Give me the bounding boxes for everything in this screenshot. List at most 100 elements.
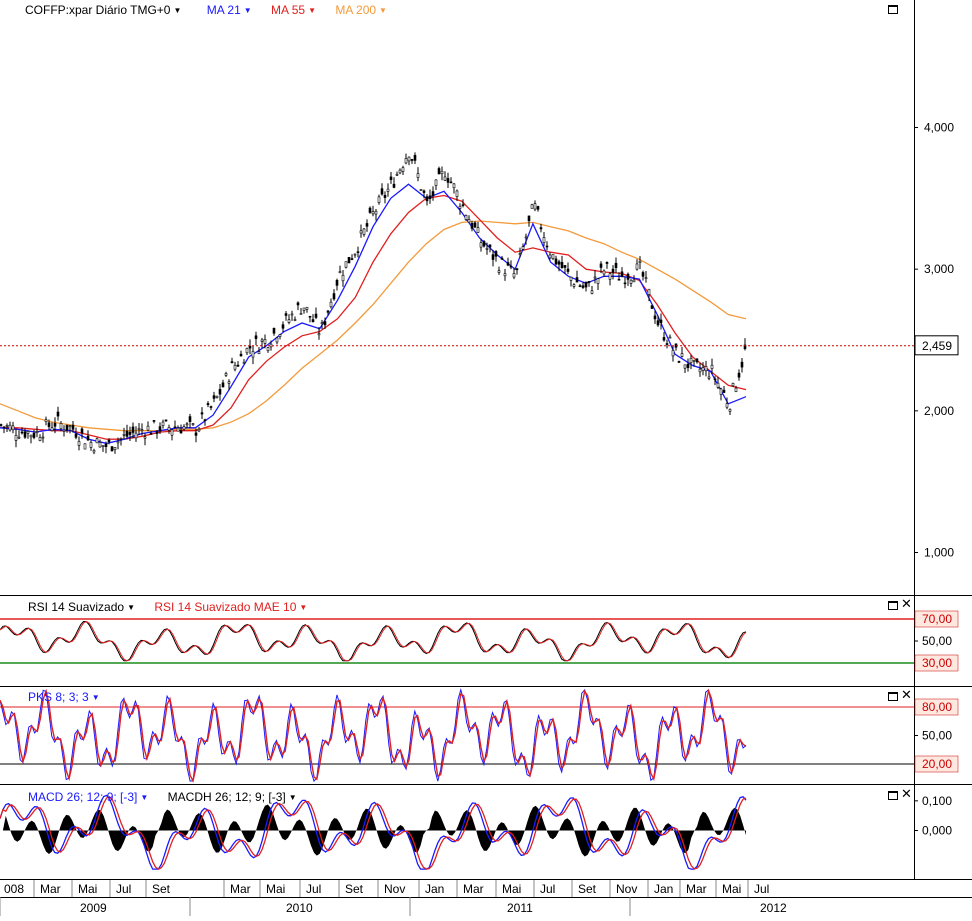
price-bar-body (284, 313, 288, 316)
dropdown-arrow-icon: ▼ (91, 693, 100, 703)
price-bar-body (614, 262, 618, 268)
price-bar-body (218, 389, 222, 395)
price-bar-body (677, 361, 681, 363)
macd-legend-item[interactable]: MACD 26; 12; 9; [-3] ▼ (28, 790, 156, 804)
price-bar-body (254, 335, 258, 339)
price-bar-body (350, 258, 354, 260)
price-bar-body (419, 189, 423, 191)
price-bar-body (149, 433, 153, 435)
price-bar-body (545, 245, 549, 248)
macdh-legend-item[interactable]: MACDH 26; 12; 9; [-3] ▼ (168, 790, 305, 804)
price-bar-body (272, 327, 276, 334)
price-bar-body (329, 301, 333, 308)
price-bar-body (62, 429, 66, 432)
price-bar-body (245, 347, 249, 354)
price-bar-body (518, 253, 522, 255)
price-bar-body (344, 261, 348, 268)
price-bar-body (377, 196, 381, 203)
price-bar-body (716, 382, 720, 388)
price-bar-body (167, 427, 171, 431)
rsi-tick-label: 30,00 (922, 656, 952, 670)
price-bar-body (275, 337, 279, 343)
price-bar-body (197, 428, 201, 432)
price-bar-body (452, 183, 456, 189)
price-bar-body (572, 284, 576, 287)
ma55-legend[interactable]: MA 55 ▼ (271, 3, 324, 17)
price-bar-body (203, 419, 207, 422)
price-bar-body (332, 293, 336, 300)
price-bar-body (152, 420, 156, 422)
price-bar-body (392, 183, 396, 188)
price-bar-body (737, 372, 741, 378)
price-bar-body (158, 426, 162, 432)
price-bar-body (293, 319, 297, 321)
price-bar-body (437, 168, 441, 175)
pks-tick-label: 80,00 (922, 700, 952, 714)
price-bar-body (341, 274, 345, 282)
macdh-label: MACDH 26; 12; 9; [-3] (167, 790, 286, 804)
price-bar-body (575, 277, 579, 283)
maximize-macd-button[interactable] (888, 791, 898, 800)
price-bar-body (521, 246, 525, 250)
price-bar-body (446, 178, 450, 183)
price-bar-body (578, 285, 582, 287)
rsi-mae-legend-item[interactable]: RSI 14 Suavizado MAE 10 ▼ (154, 600, 315, 614)
price-bar-body (110, 446, 114, 452)
ma21-legend[interactable]: MA 21 ▼ (207, 3, 260, 17)
price-bar-body (449, 181, 453, 184)
close-macd-button[interactable]: ✕ (901, 788, 912, 801)
price-bar-body (479, 242, 483, 248)
dropdown-arrow-icon: ▼ (173, 6, 182, 16)
price-tick-label: 3,000 (924, 262, 954, 276)
price-bar-body (35, 431, 39, 433)
price-bar-body (251, 351, 255, 358)
price-bar-body (323, 321, 327, 326)
price-bar-body (701, 367, 705, 371)
price-bar-body (98, 442, 102, 448)
month-label: Set (578, 882, 597, 896)
price-bar-body (656, 320, 660, 326)
symbol-legend[interactable]: COFFP:xpar Diário TMG+0 ▼ (25, 3, 189, 17)
price-bar-body (476, 227, 480, 233)
price-bar-body (95, 438, 99, 444)
close-pks-button[interactable]: ✕ (901, 689, 912, 702)
price-bar-body (722, 389, 726, 393)
price-bar-body (248, 345, 252, 349)
price-bar-body (551, 254, 555, 259)
price-bar-body (683, 364, 687, 369)
close-rsi-button[interactable]: ✕ (901, 598, 912, 611)
pks-legend-item[interactable]: PKS 8; 3; 3 ▼ (28, 690, 108, 704)
dropdown-arrow-icon: ▼ (127, 603, 135, 613)
month-label: Mai (266, 882, 285, 896)
price-bar-body (80, 428, 84, 434)
price-bar-body (698, 368, 702, 373)
price-bar-body (374, 210, 378, 215)
macd-label: MACD 26; 12; 9; [-3] (28, 790, 138, 804)
rsi-legend-item[interactable]: RSI 14 Suavizado ▼ (28, 600, 143, 614)
maximize-rsi-button[interactable] (888, 601, 898, 610)
maximize-pks-button[interactable] (888, 692, 898, 701)
price-bar-body (494, 251, 498, 257)
ma21-label: MA 21 (206, 3, 241, 17)
price-bar-body (470, 223, 474, 229)
pks-tick-label: 20,00 (922, 757, 952, 771)
chart-canvas[interactable]: 4,000 3,000 2,000 1,000 2,459 70,00 50,00 30,00… (0, 0, 972, 916)
year-label: 2009 (80, 901, 107, 915)
price-bar-body (317, 333, 321, 336)
price-bar-body (680, 353, 684, 357)
price-bar-body (464, 214, 468, 220)
maximize-main-button[interactable] (888, 5, 898, 14)
price-bar-body (269, 343, 273, 348)
price-bar-body (590, 290, 594, 294)
month-label: Jul (540, 882, 555, 896)
pks-tick-label: 50,00 (922, 729, 952, 743)
price-bar-body (143, 436, 147, 439)
price-bar-body (641, 272, 645, 277)
series-line (0, 183, 747, 445)
price-bar-body (311, 319, 315, 323)
ma200-legend[interactable]: MA 200 ▼ (335, 3, 395, 17)
price-bar-body (422, 190, 426, 193)
ma55-label: MA 55 (271, 3, 306, 17)
price-bar-body (731, 383, 735, 387)
price-bar-body (443, 176, 447, 181)
